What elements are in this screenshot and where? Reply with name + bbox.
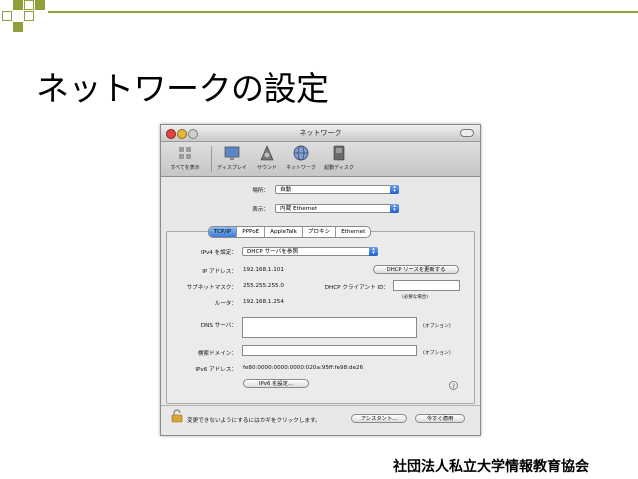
- ipv6-label: IPv6 アドレス：: [195, 367, 237, 373]
- toolbar-item-startup-disk[interactable]: 起動ディスク: [321, 144, 357, 171]
- deco-square: [35, 0, 45, 10]
- ipv4-select[interactable]: DHCP サーバを参照 ▴ ▾: [242, 247, 378, 256]
- deco-square: [13, 0, 23, 10]
- startup-disk-icon: [330, 144, 348, 162]
- tab-proxy[interactable]: プロキシ: [303, 227, 337, 237]
- toolbar: すべてを表示 ディスプレイ サウンド ネットワーク 起動ディスク: [161, 142, 480, 177]
- toolbar-item-network[interactable]: ネットワーク: [283, 144, 319, 171]
- subnet-value: 255.255.255.0: [243, 283, 284, 289]
- popup-arrows-icon: ▴ ▾: [390, 204, 399, 213]
- dns-hint: (オプション): [423, 324, 451, 329]
- speaker-icon: [258, 144, 276, 162]
- network-preferences-window: ネットワーク すべてを表示 ディスプレイ サウンド ネットワーク 起動ディスク …: [160, 124, 481, 436]
- apply-now-button[interactable]: 今すぐ適用: [415, 414, 465, 423]
- ipv6-value: fe80:0000:0000:0000:020a:95ff:fe98:de26: [243, 365, 364, 371]
- toolbar-separator: [211, 146, 212, 172]
- toolbar-label: すべてを表示: [170, 165, 200, 171]
- header-rule: [48, 11, 638, 13]
- search-domain-hint: (オプション): [423, 351, 451, 356]
- bottom-separator: [161, 405, 480, 406]
- subnet-label: サブネットマスク：: [186, 285, 237, 291]
- window-title: ネットワーク: [299, 129, 342, 137]
- renew-dhcp-button[interactable]: DHCP リースを更新する: [373, 265, 459, 274]
- toolbar-item-display[interactable]: ディスプレイ: [213, 144, 251, 171]
- dns-field[interactable]: [242, 317, 417, 338]
- ipv4-value: DHCP サーバを参照: [247, 249, 299, 255]
- show-value: 内蔵 Ethernet: [280, 206, 318, 212]
- location-select[interactable]: 自動 ▴ ▾: [275, 185, 399, 194]
- toolbar-label: 起動ディスク: [324, 165, 354, 171]
- lock-text: 変更できないようにするにはカギをクリックします。: [187, 418, 321, 424]
- client-id-field[interactable]: [393, 280, 460, 291]
- toolbar-label: サウンド: [256, 165, 277, 171]
- toolbar-item-show-all[interactable]: すべてを表示: [164, 144, 206, 171]
- toolbar-toggle-button[interactable]: [460, 129, 474, 137]
- search-domain-field[interactable]: [242, 345, 417, 356]
- location-label: 場所：: [252, 188, 269, 194]
- dns-label: DNS サーバ：: [200, 323, 237, 329]
- show-select[interactable]: 内蔵 Ethernet ▴ ▾: [275, 204, 399, 213]
- configure-ipv6-button[interactable]: IPv6 を設定...: [243, 379, 309, 388]
- router-label: ルータ：: [214, 301, 237, 307]
- page-title: ネットワークの設定: [36, 69, 329, 108]
- network-globe-icon: [292, 144, 310, 162]
- title-bar[interactable]: ネットワーク: [161, 125, 480, 142]
- display-icon: [223, 144, 241, 162]
- tab-ethernet[interactable]: Ethernet: [336, 227, 370, 237]
- deco-square: [13, 22, 23, 32]
- tab-appletalk[interactable]: AppleTalk: [265, 227, 303, 237]
- footer-organization: 社団法人私立大学情報教育協会: [393, 459, 589, 475]
- deco-square: [24, 0, 34, 10]
- assistant-button[interactable]: アシスタント...: [351, 414, 407, 423]
- toolbar-item-sound[interactable]: サウンド: [253, 144, 281, 171]
- lock-icon[interactable]: [171, 408, 183, 427]
- client-id-hint: (必要な場合): [402, 295, 429, 300]
- tab-tcpip[interactable]: TCP/IP: [209, 227, 238, 237]
- ip-label: IP アドレス：: [202, 269, 237, 275]
- toolbar-label: ディスプレイ: [217, 165, 247, 171]
- router-value: 192.168.1.254: [243, 299, 284, 305]
- deco-square: [24, 11, 34, 21]
- tab-bar: TCP/IP PPPoE AppleTalk プロキシ Ethernet: [208, 226, 372, 238]
- deco-square: [2, 11, 12, 21]
- show-label: 表示：: [252, 207, 269, 213]
- ipv4-label: IPv4 を設定：: [200, 250, 237, 256]
- grid-icon: [176, 144, 194, 162]
- ip-value: 192.168.1.101: [243, 267, 284, 273]
- popup-arrows-icon: ▴ ▾: [369, 247, 378, 256]
- location-value: 自動: [280, 187, 292, 193]
- search-domain-label: 検索ドメイン：: [197, 351, 237, 357]
- tab-pppoe[interactable]: PPPoE: [237, 227, 266, 237]
- client-id-label: DHCP クライアント ID：: [324, 285, 389, 291]
- popup-arrows-icon: ▴ ▾: [390, 185, 399, 194]
- toolbar-label: ネットワーク: [285, 165, 316, 171]
- help-button[interactable]: ?: [449, 381, 458, 390]
